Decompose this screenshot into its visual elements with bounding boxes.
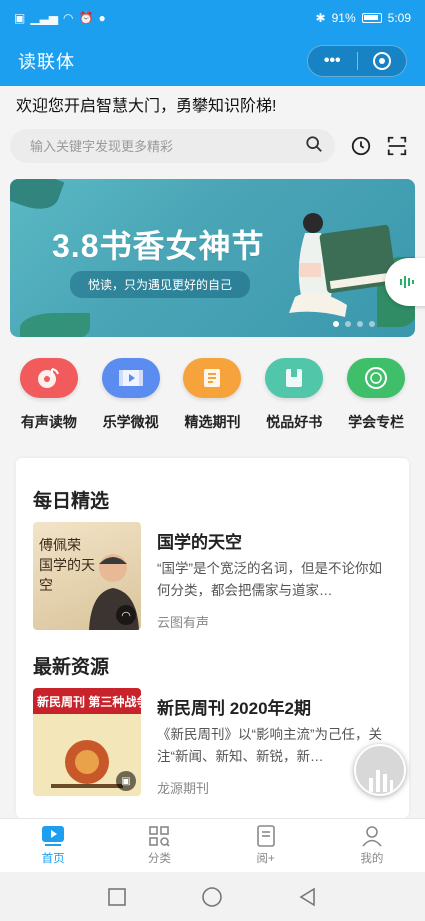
category-video[interactable]: 乐学微视 bbox=[91, 358, 171, 438]
tab-reading[interactable]: 阅+ bbox=[213, 819, 319, 872]
seal-icon bbox=[365, 367, 388, 389]
signal-icon: ▁▃▅ bbox=[30, 11, 59, 25]
battery-text: 91% bbox=[331, 11, 356, 25]
search-input[interactable] bbox=[30, 138, 305, 154]
journal-icon bbox=[204, 369, 221, 387]
category-pill bbox=[19, 358, 78, 398]
banner-title: 3.8书香女神节 bbox=[52, 228, 265, 264]
status-left-icons: ▣ ▁▃▅ ◠ ⏰ ● bbox=[14, 11, 106, 25]
carousel-dot[interactable] bbox=[345, 321, 351, 327]
category-society[interactable]: 学会专栏 bbox=[336, 358, 416, 438]
magazine-badge: ▣ bbox=[116, 771, 136, 791]
daily-item-source: 云图有声 bbox=[157, 615, 210, 630]
tab-category[interactable]: 分类 bbox=[106, 819, 212, 872]
user-icon bbox=[362, 826, 382, 847]
cover-text: 新民周刊 第三种战争 bbox=[33, 688, 141, 714]
title-bar: 读联体 ••• bbox=[0, 36, 425, 86]
audio-wave-float-button[interactable] bbox=[385, 258, 425, 306]
tab-label: 分类 bbox=[147, 853, 171, 865]
category-pill bbox=[347, 358, 406, 398]
category-row: 有声读物 乐学微视 精选期刊 悦品好书 学会专栏 bbox=[0, 358, 425, 438]
scan-icon bbox=[387, 136, 407, 156]
category-label: 乐学微视 bbox=[102, 414, 159, 430]
scan-button[interactable] bbox=[379, 128, 415, 164]
music-disc-icon bbox=[37, 368, 59, 388]
status-right: ✱ 91% 5:09 bbox=[316, 11, 411, 25]
welcome-text: 欢迎您开启智慧大门，勇攀知识阶梯! bbox=[16, 98, 277, 115]
battery-icon bbox=[361, 13, 382, 23]
daily-item-desc: “国学”是个宽泛的名词，但是不论你如何分类，都会把儒家与道家… bbox=[157, 561, 382, 598]
tab-label: 首页 bbox=[41, 853, 65, 865]
category-pill bbox=[265, 358, 324, 398]
latest-cover-image: 新民周刊 第三种战争 ▣ bbox=[33, 688, 141, 796]
tab-label: 阅+ bbox=[256, 853, 275, 865]
history-button[interactable] bbox=[343, 128, 379, 164]
section-title-latest: 最新资源 bbox=[33, 657, 110, 678]
category-label: 精选期刊 bbox=[184, 414, 241, 430]
magazine-icon: ▣ bbox=[121, 775, 131, 787]
banner-subtitle: 悦读，只为遇见更好的自己 bbox=[70, 271, 251, 298]
section-title-daily: 每日精选 bbox=[33, 491, 110, 512]
promo-banner[interactable]: 3.8书香女神节 悦读，只为遇见更好的自己 bbox=[10, 179, 415, 337]
category-audio[interactable]: 有声读物 bbox=[9, 358, 89, 438]
home-icon[interactable] bbox=[201, 886, 223, 908]
headphones-icon: ◠ bbox=[121, 609, 131, 622]
latest-item-source: 龙源期刊 bbox=[157, 781, 210, 796]
latest-item[interactable]: 新民周刊 第三种战争 ▣ 新民周刊 2020年2期 《新民周刊》以“影响主流”为… bbox=[33, 688, 393, 796]
more-dots-icon: ••• bbox=[323, 52, 341, 69]
bottom-tab-bar: 首页 分类 阅+ 我的 bbox=[0, 818, 425, 872]
alarm-icon: ⏰ bbox=[78, 11, 94, 25]
target-icon bbox=[372, 52, 391, 70]
carousel-dot[interactable] bbox=[333, 321, 339, 327]
tab-profile[interactable]: 我的 bbox=[319, 819, 425, 872]
search-box[interactable] bbox=[10, 129, 335, 163]
category-books[interactable]: 悦品好书 bbox=[254, 358, 334, 438]
category-grid-icon bbox=[149, 826, 170, 847]
carousel-dots bbox=[333, 321, 375, 327]
carousel-dot[interactable] bbox=[369, 321, 375, 327]
recents-icon[interactable] bbox=[107, 887, 127, 907]
clock-icon bbox=[351, 136, 371, 156]
wechat-icon: ● bbox=[98, 11, 106, 25]
audio-wave-icon bbox=[400, 276, 414, 288]
leaf-decoration bbox=[20, 313, 90, 337]
category-label: 有声读物 bbox=[20, 414, 77, 430]
sim-icon: ▣ bbox=[14, 11, 26, 25]
audio-bars-icon bbox=[369, 770, 393, 792]
home-play-icon bbox=[42, 826, 65, 846]
category-journal[interactable]: 精选期刊 bbox=[172, 358, 252, 438]
search-icon[interactable] bbox=[305, 135, 323, 158]
daily-cover-image: 傅佩荣 国学的天空 ◠ bbox=[33, 522, 141, 630]
close-miniapp-button[interactable] bbox=[358, 46, 407, 76]
category-label: 学会专栏 bbox=[348, 414, 405, 430]
more-button[interactable]: ••• bbox=[308, 46, 357, 76]
floating-audio-player[interactable] bbox=[354, 744, 406, 796]
daily-item[interactable]: 傅佩荣 国学的天空 ◠ 国学的天空 “国学”是个宽泛的名词，但是不论你如何分类，… bbox=[33, 522, 393, 630]
bluetooth-icon: ✱ bbox=[315, 11, 326, 25]
back-icon[interactable] bbox=[298, 887, 318, 907]
tab-home[interactable]: 首页 bbox=[0, 819, 106, 872]
wifi-icon: ◠ bbox=[63, 11, 74, 25]
category-pill bbox=[183, 358, 242, 398]
system-nav-bar bbox=[0, 872, 425, 921]
reading-icon bbox=[256, 825, 275, 847]
category-pill bbox=[101, 358, 160, 398]
content-card: 每日精选 傅佩荣 国学的天空 ◠ 国学的天空 “国学”是个宽泛的名词，但是不论你… bbox=[16, 458, 409, 818]
latest-item-title: 新民周刊 2020年2期 bbox=[157, 699, 311, 718]
film-icon bbox=[118, 370, 143, 386]
search-row bbox=[10, 128, 415, 164]
daily-item-title: 国学的天空 bbox=[157, 533, 242, 552]
leaf-decoration bbox=[10, 179, 65, 217]
carousel-dot[interactable] bbox=[357, 321, 363, 327]
clock: 5:09 bbox=[387, 11, 411, 25]
book-icon bbox=[286, 369, 303, 387]
tab-label: 我的 bbox=[360, 853, 384, 865]
miniapp-capsule: ••• bbox=[307, 45, 407, 77]
category-label: 悦品好书 bbox=[266, 414, 323, 430]
status-bar: ▣ ▁▃▅ ◠ ⏰ ● ✱ 91% 5:09 bbox=[0, 0, 425, 36]
app-title: 读联体 bbox=[18, 52, 75, 72]
headphones-badge: ◠ bbox=[116, 605, 136, 625]
